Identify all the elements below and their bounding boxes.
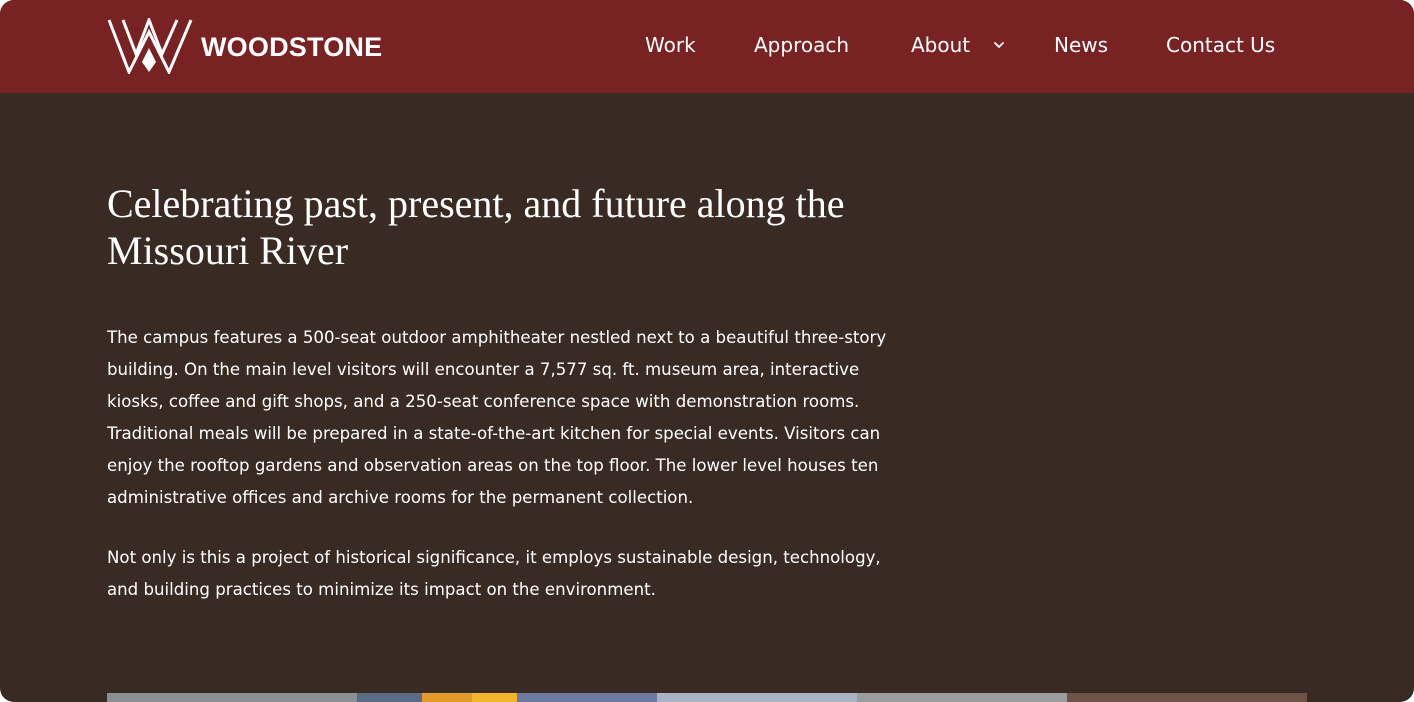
nav-item-contact-us[interactable]: Contact Us: [1166, 33, 1275, 57]
body-paragraph: Not only is this a project of historical…: [107, 548, 881, 599]
page: WOODSTONE Work Approach About News Conta…: [0, 0, 1414, 702]
site-header: WOODSTONE Work Approach About News Conta…: [0, 0, 1414, 93]
nav-item-about[interactable]: About: [911, 33, 970, 57]
body-paragraph: The campus features a 500-seat outdoor a…: [107, 328, 887, 507]
project-photo: [107, 693, 1307, 702]
chevron-down-icon[interactable]: [992, 38, 1006, 52]
main-content: Celebrating past, present, and future al…: [107, 180, 887, 606]
main-navigation: Work Approach About News Contact Us: [0, 0, 1414, 93]
nav-item-approach[interactable]: Approach: [754, 33, 849, 57]
nav-item-work[interactable]: Work: [645, 33, 696, 57]
page-title: Celebrating past, present, and future al…: [107, 181, 845, 273]
nav-item-news[interactable]: News: [1054, 33, 1108, 57]
